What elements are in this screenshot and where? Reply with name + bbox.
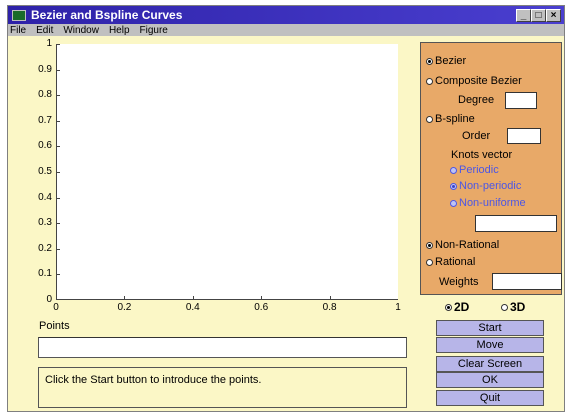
menu-bar: File Edit Window Help Figure [8,24,564,36]
menu-figure[interactable]: Figure [135,25,173,36]
radio-selected-icon [445,303,452,311]
y-tick-label: 0.7 [38,114,52,126]
y-tick-mark [56,120,60,122]
y-tick-mark [56,69,60,71]
window-title: Bezier and Bspline Curves [31,8,183,22]
radio-selected-icon [426,241,433,249]
y-tick-label: 0.2 [38,242,52,254]
menu-window[interactable]: Window [58,25,104,36]
menu-edit[interactable]: Edit [31,25,58,36]
radio-rational-label: Rational [435,256,476,268]
title-bar: Bezier and Bspline Curves _ □ × [8,6,564,24]
y-tick-mark [56,197,60,199]
y-tick-label: 0.4 [38,191,52,203]
move-button[interactable]: Move [436,337,544,353]
y-tick-label: 1 [46,38,52,49]
points-label: Points [39,320,70,332]
x-tick-mark [329,296,331,300]
radio-icon [426,77,433,85]
radio-non-periodic[interactable]: Non-periodic [450,180,521,192]
maximize-button[interactable]: □ [531,8,546,22]
radio-periodic[interactable]: Periodic [450,164,499,176]
x-tick-label: 0.4 [185,302,200,313]
radio-periodic-label: Periodic [459,164,499,176]
radio-icon [426,258,433,266]
x-tick-label: 1 [395,302,401,313]
clear-screen-button[interactable]: Clear Screen [436,356,544,372]
menu-file[interactable]: File [8,25,31,36]
window-controls: _ □ × [516,8,561,22]
app-window: Bezier and Bspline Curves _ □ × File Edi… [7,5,565,412]
x-tick-mark [124,296,126,300]
order-label: Order [462,130,491,142]
y-tick-mark [56,95,60,97]
radio-icon [450,166,457,174]
y-tick-mark [56,248,60,250]
order-field[interactable] [507,128,541,144]
y-tick-label: 0.9 [38,63,52,75]
radio-selected-icon [450,182,457,190]
quit-button[interactable]: Quit [436,390,544,406]
radio-non-uniform-label: Non-uniforme [459,197,526,209]
x-tick-label: 0 [53,302,59,313]
knots-vector-label: Knots vector [451,149,513,161]
radio-composite-bezier[interactable]: Composite Bezier [426,75,522,87]
y-tick-label: 0.1 [38,268,52,280]
y-tick-mark [56,146,60,148]
ok-button[interactable]: OK [436,372,544,388]
options-panel: Bezier Composite Bezier Degree B-spline … [420,42,562,295]
degree-label: Degree [458,94,495,106]
y-tick-mark [56,44,60,45]
radio-icon [450,199,457,207]
status-message: Click the Start button to introduce the … [38,367,407,408]
weights-label: Weights [439,276,479,288]
knots-vector-field[interactable] [475,215,557,232]
radio-icon [426,115,433,123]
radio-bspline[interactable]: B-spline [426,113,475,125]
radio-2d-label: 2D [454,300,470,314]
minimize-button[interactable]: _ [516,8,531,22]
radio-bspline-label: B-spline [435,113,475,125]
x-tick-mark [192,296,194,300]
radio-non-uniform[interactable]: Non-uniforme [450,197,526,209]
y-tick-mark [56,223,60,225]
y-tick-mark [56,172,60,173]
radio-3d[interactable]: 3D [501,300,525,314]
radio-selected-icon [426,57,433,65]
radio-2d[interactable]: 2D [445,300,469,314]
radio-3d-label: 3D [510,300,526,314]
x-tick-label: 0.6 [254,302,269,313]
radio-icon [501,303,508,311]
menu-help[interactable]: Help [104,25,135,36]
radio-composite-label: Composite Bezier [435,75,522,87]
y-tick-label: 0.3 [38,217,52,229]
degree-field[interactable] [505,92,537,109]
points-input[interactable] [38,337,407,358]
weights-field[interactable] [492,273,562,290]
radio-non-periodic-label: Non-periodic [459,180,522,192]
y-tick-label: 0.8 [38,89,52,101]
start-button[interactable]: Start [436,320,544,336]
radio-bezier[interactable]: Bezier [426,55,466,67]
x-tick-label: 0.2 [117,302,132,313]
y-tick-label: 0.6 [38,140,52,152]
x-tick-mark [261,296,263,300]
x-tick-label: 0.8 [322,302,337,313]
radio-non-rational-label: Non-Rational [435,239,500,251]
app-icon [12,9,26,21]
radio-rational[interactable]: Rational [426,256,475,268]
close-button[interactable]: × [546,8,561,22]
y-tick-mark [56,274,60,276]
radio-non-rational[interactable]: Non-Rational [426,239,499,251]
radio-bezier-label: Bezier [435,55,467,67]
plot-canvas[interactable] [56,44,398,300]
y-tick-label: 0.5 [38,166,52,177]
